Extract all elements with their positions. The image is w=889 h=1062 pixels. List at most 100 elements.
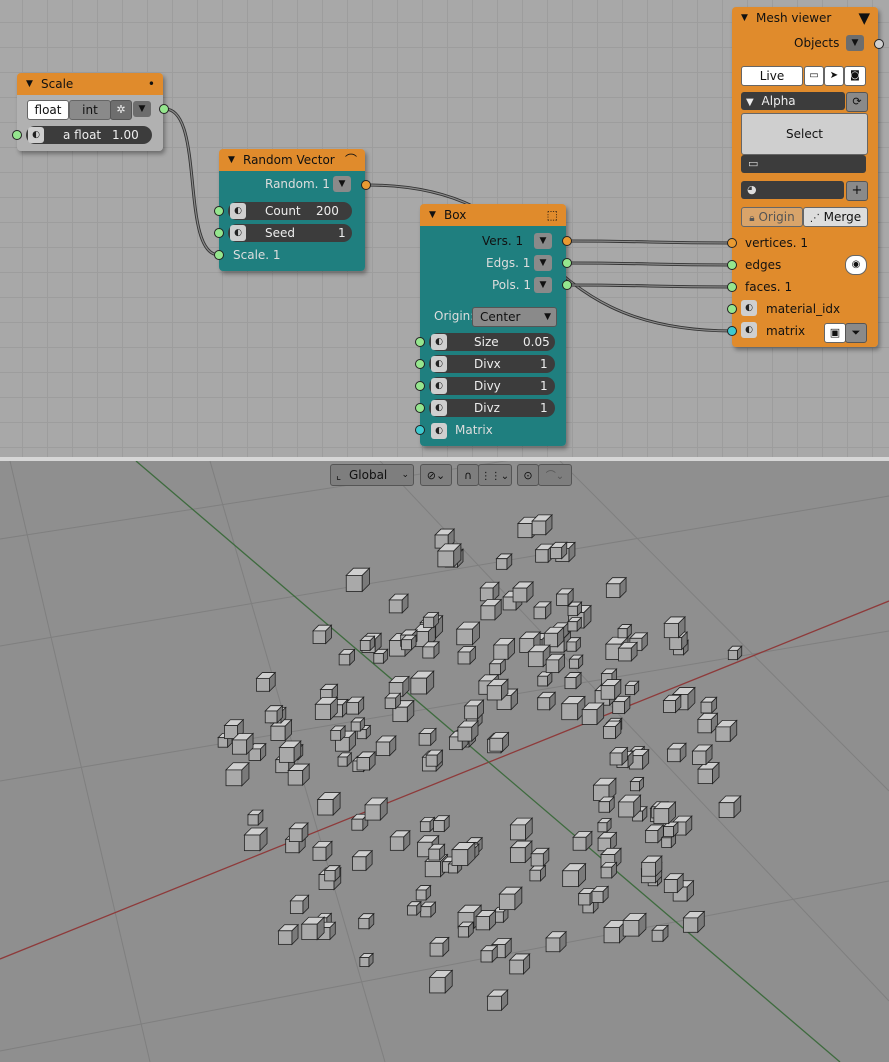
- pols-output-socket[interactable]: [562, 280, 572, 290]
- scale-node[interactable]: ▼ Scale • float int ✲ ▼ ◐ a float 1.00: [12, 73, 169, 151]
- chevron-down-icon[interactable]: ▼: [534, 233, 552, 249]
- add-material-button[interactable]: +: [846, 181, 868, 201]
- box-node-header[interactable]: ▼ Box ⬚: [420, 204, 566, 226]
- vers-output-socket[interactable]: [562, 236, 572, 246]
- collapse-icon[interactable]: ▼: [228, 149, 235, 171]
- viewport-grid: [0, 461, 889, 1062]
- socket-toggle-icon[interactable]: ◐: [741, 300, 757, 316]
- orientation-value: Global: [348, 468, 388, 482]
- divy-field[interactable]: ◐ Divy 1: [429, 377, 555, 395]
- scale-output-socket[interactable]: [159, 104, 169, 114]
- chevron-down-icon[interactable]: ▼: [133, 101, 151, 117]
- refresh-icon[interactable]: ⟳: [846, 92, 868, 112]
- matrix-input-socket[interactable]: [727, 326, 737, 336]
- scale-input-socket[interactable]: [12, 130, 22, 140]
- divx-field[interactable]: ◐ Divx 1: [429, 355, 555, 373]
- funnel-icon[interactable]: ⏷: [845, 323, 867, 343]
- gear-icon[interactable]: ✲: [110, 100, 132, 120]
- camera-icon[interactable]: ◙: [844, 66, 866, 86]
- size-input-socket[interactable]: [415, 337, 425, 347]
- socket-toggle-icon[interactable]: ◐: [431, 378, 447, 394]
- divx-input-socket[interactable]: [415, 359, 425, 369]
- random-output-label: Random. 1: [265, 177, 330, 191]
- pivot-select[interactable]: ⊘⌄: [420, 464, 452, 486]
- origin-label: Origin:: [434, 309, 475, 323]
- socket-toggle-icon[interactable]: ◐: [741, 322, 757, 338]
- snap-element-select[interactable]: ⋮⋮⌄: [478, 464, 512, 486]
- socket-toggle-icon[interactable]: ◐: [431, 423, 447, 439]
- collapse-icon[interactable]: ▼: [26, 73, 33, 95]
- random-output-socket[interactable]: [361, 180, 371, 190]
- scale-node-header[interactable]: ▼ Scale •: [17, 73, 163, 95]
- a-float-field[interactable]: ◐ a float 1.00: [26, 126, 152, 144]
- socket-toggle-icon[interactable]: ◐: [230, 203, 246, 219]
- mode-int-button[interactable]: int: [69, 100, 111, 120]
- random-vector-header[interactable]: ▼ Random Vector ⌒: [219, 149, 365, 171]
- chevron-down-icon[interactable]: ▼: [534, 255, 552, 271]
- merge-toggle[interactable]: ⋰ Merge: [803, 207, 868, 227]
- edges-input-socket[interactable]: [727, 260, 737, 270]
- count-field[interactable]: ◐ Count 200: [228, 202, 352, 220]
- select-button[interactable]: Select: [741, 113, 868, 155]
- cube-mesh: [609, 746, 629, 766]
- chevron-down-icon[interactable]: ▼: [333, 176, 351, 192]
- proportional-edit-toggle[interactable]: ⊙: [517, 464, 539, 486]
- socket-toggle-icon[interactable]: ◐: [230, 225, 246, 241]
- random-vector-node[interactable]: ▼ Random Vector ⌒ Random. 1 ▼ ◐ Count 20…: [214, 149, 371, 271]
- origin-toggle[interactable]: 🔒︎ Origin: [741, 207, 803, 227]
- cube-mesh: [329, 725, 347, 742]
- socket-toggle-icon[interactable]: ◐: [431, 400, 447, 416]
- objects-output-socket[interactable]: [874, 39, 884, 49]
- material-idx-input-socket[interactable]: [727, 304, 737, 314]
- proportional-edit-icon: ⊙: [523, 469, 533, 482]
- cube-mesh: [581, 702, 605, 726]
- chevron-down-icon[interactable]: ▼: [534, 277, 552, 293]
- eye-icon[interactable]: ◉: [845, 255, 867, 275]
- cube-mesh: [572, 830, 593, 852]
- falloff-select[interactable]: ⌒⌄: [538, 464, 572, 486]
- matrix-input-socket[interactable]: [415, 425, 425, 435]
- cube-mesh: [568, 654, 584, 670]
- cube-mesh: [421, 640, 440, 659]
- seed-field[interactable]: ◐ Seed 1: [228, 224, 352, 242]
- socket-toggle-icon[interactable]: ◐: [431, 334, 447, 350]
- divz-input-socket[interactable]: [415, 403, 425, 413]
- socket-toggle-icon[interactable]: ◐: [431, 356, 447, 372]
- divz-field[interactable]: ◐ Divz 1: [429, 399, 555, 417]
- bounding-box-icon[interactable]: ▣: [824, 323, 846, 343]
- vertices-input-socket[interactable]: [727, 238, 737, 248]
- mode-float-button[interactable]: float: [27, 100, 69, 120]
- mesh-viewer-node[interactable]: ▼ Mesh viewer ▼ Objects ▼ Live ▭ ➤ ◙ ▼ A…: [727, 7, 884, 347]
- cube-mesh: [652, 801, 677, 825]
- live-toggle[interactable]: Live: [741, 66, 803, 86]
- chevron-down-icon[interactable]: ▼: [846, 35, 864, 51]
- cube-mesh: [372, 648, 389, 665]
- origin-select[interactable]: Center ▼: [472, 307, 557, 327]
- cube-mesh: [597, 796, 616, 814]
- orientation-select[interactable]: ⌞ Global ⌄: [330, 464, 414, 486]
- collapse-icon[interactable]: ▼: [741, 7, 748, 29]
- 3d-viewport[interactable]: ⌞ Global ⌄ ⊘⌄ ∩ ⋮⋮⌄ ⊙ ⌒⌄: [0, 461, 889, 1062]
- box-node[interactable]: ▼ Box ⬚ Vers. 1 ▼ Edgs. 1 ▼ Pols. 1 ▼ Or…: [415, 204, 572, 446]
- cube-mesh: [400, 634, 418, 651]
- seed-input-socket[interactable]: [214, 228, 224, 238]
- cursor-icon[interactable]: ➤: [824, 66, 844, 86]
- faces-input-socket[interactable]: [727, 282, 737, 292]
- mesh-viewer-header[interactable]: ▼ Mesh viewer ▼: [732, 7, 878, 29]
- material-field[interactable]: ◕: [741, 181, 844, 199]
- socket-toggle-icon[interactable]: ◐: [28, 127, 44, 143]
- scale-input-socket[interactable]: [214, 250, 224, 260]
- monitor-icon[interactable]: ▭: [804, 66, 824, 86]
- size-field[interactable]: ◐ Size 0.05: [429, 333, 555, 351]
- merge-toggle-label: Merge: [823, 210, 862, 224]
- count-input-socket[interactable]: [214, 206, 224, 216]
- edgs-output-socket[interactable]: [562, 258, 572, 268]
- node-editor[interactable]: ▼ Scale • float int ✲ ▼ ◐ a float 1.00 ▼…: [0, 0, 889, 457]
- archive-icon[interactable]: ▭: [741, 155, 866, 173]
- cube-mesh: [480, 944, 499, 963]
- snap-toggle[interactable]: ∩: [457, 464, 479, 486]
- collapse-icon[interactable]: ▼: [429, 204, 436, 226]
- divy-input-socket[interactable]: [415, 381, 425, 391]
- cube-mesh: [486, 678, 509, 701]
- alpha-name-field[interactable]: ▼ Alpha: [741, 92, 845, 110]
